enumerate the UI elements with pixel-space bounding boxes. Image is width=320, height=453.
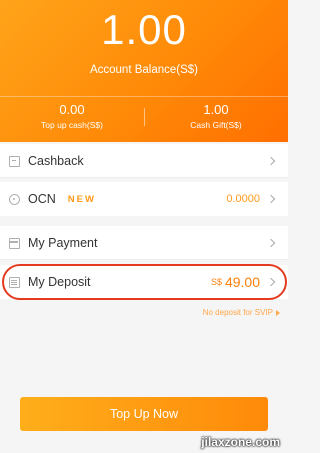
- header-divider: [0, 96, 288, 97]
- topup-cash-value: 0.00: [59, 102, 85, 117]
- cash-gift-label: Cash Gift(S$): [190, 120, 242, 130]
- ocn-icon: [9, 193, 20, 205]
- triangle-right-icon: [276, 309, 280, 316]
- cashback-label: Cashback: [28, 154, 84, 168]
- topup-cash-label: Top up cash(S$): [41, 120, 103, 130]
- row-divider: [0, 177, 288, 178]
- account-balance-label: Account Balance(S$): [89, 64, 199, 76]
- no-deposit-note: No deposit for SVIP: [202, 308, 273, 317]
- my-payment-label: My Payment: [28, 236, 98, 250]
- row-divider: [0, 259, 288, 260]
- no-deposit-svip-link[interactable]: No deposit for SVIP: [203, 308, 280, 317]
- watermark: jilaxzone.com: [201, 435, 280, 449]
- ocn-value: 0.0000: [226, 193, 260, 205]
- my-payment-row[interactable]: My Payment: [0, 226, 288, 260]
- account-balance-amount: 1.00: [101, 6, 187, 53]
- balance-header: 1.00 Account Balance(S$) 0.00 Top up cas…: [0, 0, 288, 142]
- cash-gift-block[interactable]: 1.00 Cash Gift(S$): [144, 102, 288, 130]
- new-badge: NEW: [67, 193, 96, 205]
- cashback-icon: [9, 155, 20, 167]
- highlight-annotation-circle: [2, 264, 287, 300]
- cashback-row[interactable]: Cashback: [0, 144, 288, 178]
- ocn-row[interactable]: OCN NEW 0.0000: [0, 182, 288, 216]
- ocn-label: OCN: [28, 192, 56, 206]
- cash-gift-value: 1.00: [203, 102, 229, 117]
- chevron-right-icon: [266, 194, 276, 204]
- chevron-right-icon: [266, 156, 276, 166]
- topup-cash-block[interactable]: 0.00 Top up cash(S$): [0, 102, 144, 130]
- payment-card-icon: [9, 238, 20, 249]
- chevron-right-icon: [266, 238, 276, 248]
- top-up-now-button[interactable]: Top Up Now: [20, 397, 268, 431]
